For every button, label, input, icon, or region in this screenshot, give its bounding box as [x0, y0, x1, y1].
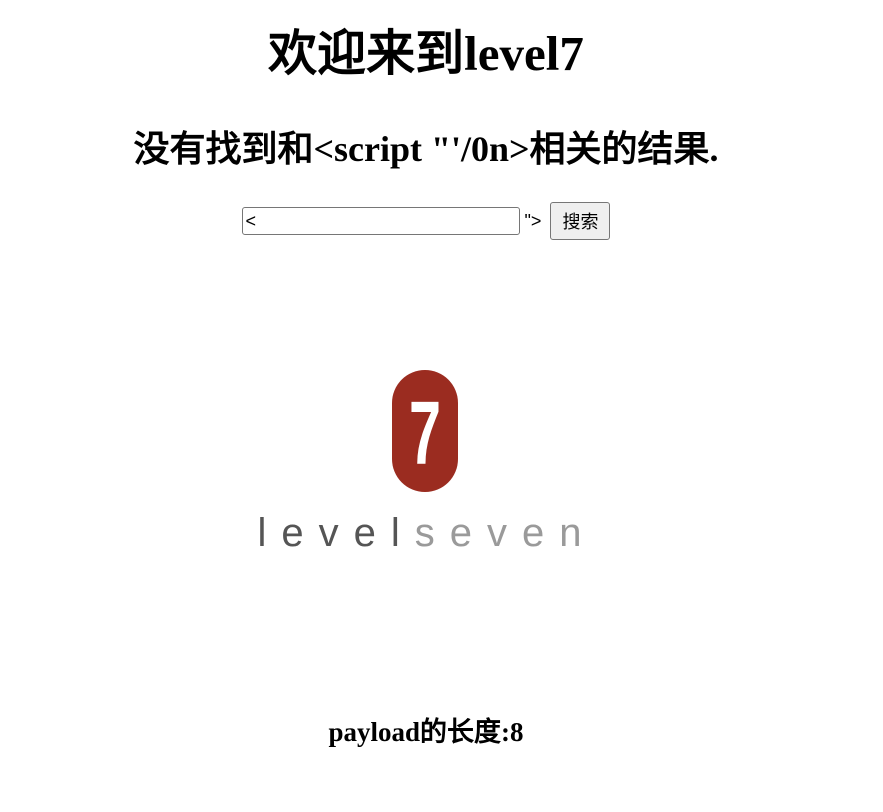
- page-title: 欢迎来到level7: [268, 26, 584, 81]
- page: 欢迎来到level7 没有找到和<script "'/0n>相关的结果. "> …: [0, 0, 883, 812]
- levelseven-logo: 7 levelseven: [257, 370, 596, 555]
- injected-leftover-text: ">: [524, 211, 542, 232]
- search-result-message: 没有找到和<script "'/0n>相关的结果.: [133, 129, 719, 169]
- search-form: "> 搜索: [0, 201, 852, 241]
- logo-digit: 7: [409, 384, 441, 484]
- search-input[interactable]: [241, 207, 520, 236]
- logo-word: levelseven: [257, 511, 596, 555]
- search-button[interactable]: 搜索: [550, 202, 611, 241]
- payload-length: payload的长度:8: [328, 717, 524, 747]
